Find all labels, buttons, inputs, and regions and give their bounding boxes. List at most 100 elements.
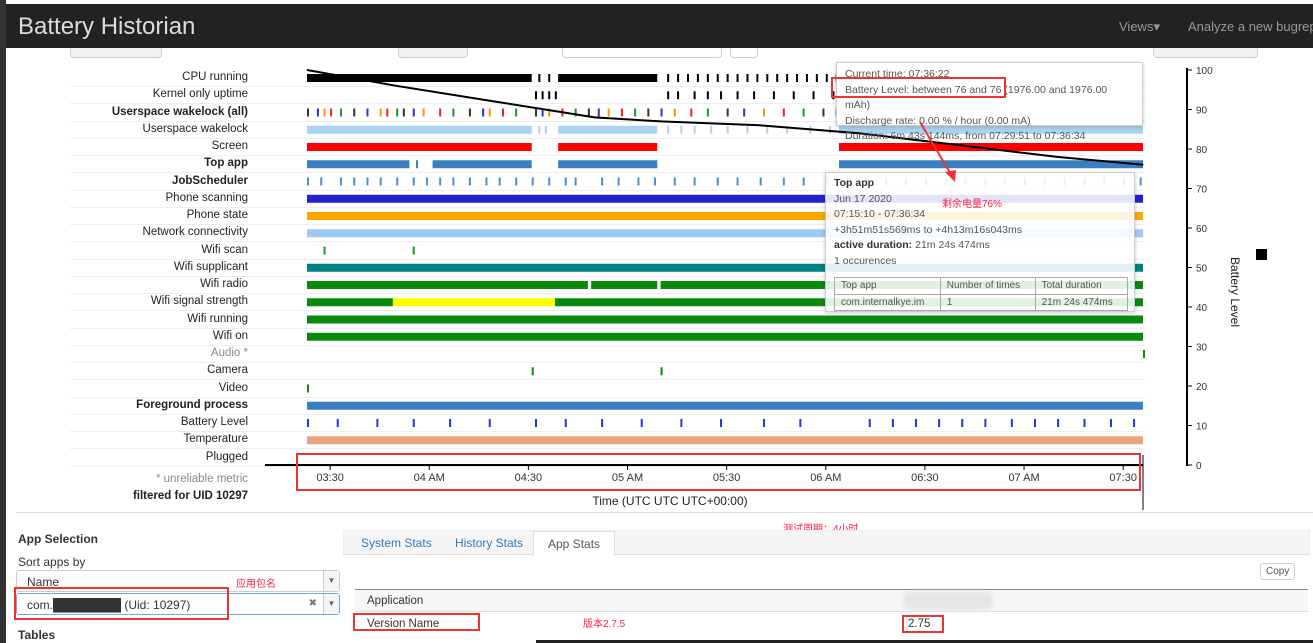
timeline-tick xyxy=(541,91,544,100)
timeline-tick xyxy=(667,74,670,82)
timeline-tick xyxy=(587,108,590,117)
timeline-tick xyxy=(706,91,709,100)
timeline-tick xyxy=(653,177,656,186)
tooltip-discharge: Discharge rate: 0.00 % / hour (0.00 mA) xyxy=(845,114,1031,127)
timeline-tick xyxy=(796,74,799,82)
battery-level-point xyxy=(306,69,308,71)
y-tick-label: 70 xyxy=(1196,185,1208,196)
timeline-tick xyxy=(307,384,309,393)
battery-legend-swatch xyxy=(1256,249,1267,260)
timeline-tick xyxy=(696,74,699,82)
timeline-tick xyxy=(307,419,309,427)
tooltip-td: 1 xyxy=(939,293,1036,311)
timeline-tick xyxy=(891,419,894,427)
timeline-tick xyxy=(782,177,785,186)
timeline-tick xyxy=(538,125,541,134)
timeline-bar xyxy=(307,332,1143,341)
timeline-tick xyxy=(753,91,756,100)
timeline-tick xyxy=(366,177,369,186)
tooltip-duration: Duration: 6m 43s 144ms, from 07:29:51 to… xyxy=(845,130,1086,142)
timeline-bar xyxy=(591,281,658,289)
timeline-bar xyxy=(558,74,658,82)
timeline-tick xyxy=(320,177,323,186)
timeline-tick xyxy=(422,108,425,117)
timeline-tick xyxy=(396,177,399,186)
timeline-tick xyxy=(535,419,537,427)
y-tick-label: 20 xyxy=(1196,382,1208,393)
timeline-tick xyxy=(412,246,415,255)
clear-icon[interactable]: ✖ xyxy=(309,598,317,609)
timeline-tick xyxy=(660,367,663,376)
tooltip-th: Total duration xyxy=(1034,277,1129,295)
battery-level-point xyxy=(395,85,397,87)
battery-level-point xyxy=(759,124,761,126)
timeline-tick xyxy=(379,108,382,117)
timeline-tick xyxy=(710,125,713,134)
timeline-tick xyxy=(498,177,501,186)
timeline-tick xyxy=(386,108,389,117)
tab-history-stats[interactable]: History Stats xyxy=(441,531,537,555)
timeline-tick xyxy=(736,91,739,100)
tooltip-table: Top app Number of times Total duration com… xyxy=(834,277,1129,311)
timeline-tick xyxy=(1143,350,1145,358)
timeline-tick xyxy=(323,108,326,117)
timeline-tick xyxy=(316,108,319,117)
timeline-tick xyxy=(515,108,518,117)
timeline-tick xyxy=(746,125,749,134)
uid-filter: filtered for UID 10297 xyxy=(132,490,248,502)
timeline-tick xyxy=(531,177,534,186)
timeline-tick xyxy=(693,91,696,100)
y-tick-label: 30 xyxy=(1196,343,1208,354)
timeline-tick xyxy=(353,177,356,186)
timeline-tick xyxy=(452,177,455,186)
timeline-tick xyxy=(726,108,729,117)
timeline-tick xyxy=(396,108,399,117)
tab-system-stats[interactable]: System Stats xyxy=(347,531,446,555)
tab-app-stats[interactable]: App Stats xyxy=(533,531,616,556)
timeline-bar xyxy=(392,298,555,307)
chevron-down-icon[interactable]: ▼ xyxy=(323,571,339,591)
timeline-tick xyxy=(677,91,680,100)
timeline-tick xyxy=(915,419,917,427)
timeline-tick xyxy=(416,160,419,169)
timeline-tick xyxy=(802,177,805,186)
timeline-tick xyxy=(647,108,650,117)
timeline-tick xyxy=(412,108,415,117)
timeline-tick xyxy=(548,74,551,82)
timeline-tick xyxy=(548,177,551,186)
timeline-tick xyxy=(706,108,709,117)
copy-button[interactable]: Copy xyxy=(1260,563,1296,580)
timeline-tick xyxy=(452,108,455,117)
timeline-tick xyxy=(776,74,779,82)
timeline-tick xyxy=(829,125,832,134)
timeline-tick xyxy=(488,419,491,427)
timeline-tick xyxy=(690,108,693,117)
row-key: Application xyxy=(367,595,424,607)
annotation-box-battery xyxy=(831,77,1006,98)
timeline-tick xyxy=(667,125,670,134)
timeline-tick xyxy=(601,177,604,186)
timeline-tick xyxy=(634,108,637,117)
y-tick-label: 60 xyxy=(1196,224,1208,235)
annotation-package: 应用包名 xyxy=(236,579,276,590)
timeline-bar xyxy=(307,401,1143,410)
timeline-tick xyxy=(544,125,547,134)
timeline-tick xyxy=(620,108,623,117)
timeline-tick xyxy=(412,177,415,186)
timeline-tick xyxy=(677,74,680,82)
timeline-tick xyxy=(439,177,442,186)
timeline-tick xyxy=(805,74,808,82)
timeline-tick xyxy=(323,246,326,255)
timeline-tick xyxy=(720,91,723,100)
timeline-bar xyxy=(307,315,1143,324)
chevron-down-icon[interactable]: ▼ xyxy=(323,594,339,614)
timeline-tick xyxy=(868,419,871,427)
timeline-tick xyxy=(548,91,551,100)
timeline-tick xyxy=(449,419,452,427)
timeline-tick xyxy=(680,125,683,134)
timeline-tick xyxy=(376,419,379,427)
unreliable-footnote: * unreliable metric xyxy=(155,473,248,485)
sort-label: Sort apps by xyxy=(18,555,86,569)
timeline-tick xyxy=(607,108,610,117)
timeline-tick xyxy=(468,177,471,186)
